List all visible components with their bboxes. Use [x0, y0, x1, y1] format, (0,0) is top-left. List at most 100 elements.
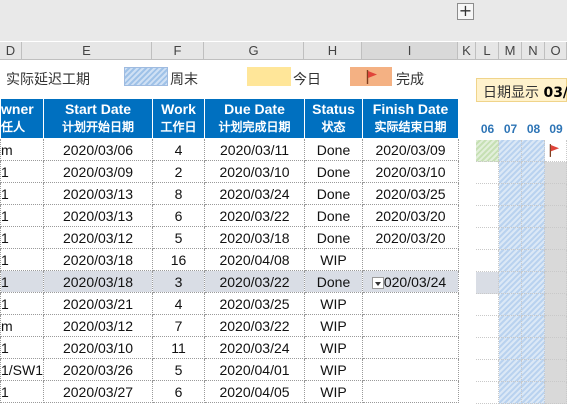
expand-ribbon-button[interactable]: +	[457, 3, 474, 20]
start-date-cell[interactable]: 2020/03/09	[43, 160, 154, 183]
finish-date-cell[interactable]: 2020/03/20	[362, 226, 460, 249]
column-header-f[interactable]: F	[152, 42, 204, 60]
due-date-cell[interactable]: 2020/03/22	[204, 204, 306, 227]
column-header-k[interactable]: K	[458, 42, 476, 60]
owner-cell[interactable]: 1/SW1	[0, 358, 45, 381]
status-cell[interactable]: WIP	[304, 358, 364, 381]
finish-date-cell[interactable]	[362, 336, 460, 359]
owner-cell[interactable]: 1	[0, 204, 45, 227]
owner-header[interactable]: wner 任人	[0, 98, 45, 139]
column-header-o[interactable]: O	[545, 42, 567, 60]
work-days-cell[interactable]: 5	[152, 226, 206, 249]
due-date-cell[interactable]: 2020/04/05	[204, 380, 306, 403]
column-header-e[interactable]: E	[22, 42, 152, 60]
work-days-cell[interactable]: 6	[152, 204, 206, 227]
start-date-cell[interactable]: 2020/03/27	[43, 380, 154, 403]
status-cell[interactable]: WIP	[304, 380, 364, 403]
owner-cell[interactable]: 1	[0, 380, 45, 403]
finish-date-cell[interactable]: 2020/03/25	[362, 182, 460, 205]
due-date-header[interactable]: Due Date 计划完成日期	[204, 98, 306, 139]
status-cell[interactable]: Done	[304, 182, 364, 205]
finish-date-cell[interactable]: 020/03/24	[362, 270, 460, 293]
column-header-i[interactable]: I	[362, 42, 458, 60]
status-cell[interactable]: Done	[304, 226, 364, 249]
due-date-cell[interactable]: 2020/03/18	[204, 226, 306, 249]
work-days-cell[interactable]: 4	[152, 292, 206, 315]
due-date-cell[interactable]: 2020/04/08	[204, 248, 306, 271]
finish-date-cell[interactable]	[362, 380, 460, 403]
gantt-cell	[476, 316, 499, 338]
work-days-cell[interactable]: 3	[152, 270, 206, 293]
gantt-cell	[522, 382, 545, 404]
work-days-cell[interactable]: 11	[152, 336, 206, 359]
due-date-cell[interactable]: 2020/03/25	[204, 292, 306, 315]
finish-date-cell[interactable]: 2020/03/09	[362, 138, 460, 161]
start-date-cell[interactable]: 2020/03/21	[43, 292, 154, 315]
status-cell[interactable]: WIP	[304, 314, 364, 337]
work-days-cell[interactable]: 16	[152, 248, 206, 271]
start-date-cell[interactable]: 2020/03/18	[43, 248, 154, 271]
owner-cell[interactable]: m	[0, 314, 45, 337]
owner-cell[interactable]: 1	[0, 160, 45, 183]
work-days-cell[interactable]: 2	[152, 160, 206, 183]
status-cell[interactable]: Done	[304, 270, 364, 293]
due-date-cell[interactable]: 2020/03/11	[204, 138, 306, 161]
gantt-cell	[476, 272, 499, 294]
start-date-cell[interactable]: 2020/03/26	[43, 358, 154, 381]
work-days-cell[interactable]: 4	[152, 138, 206, 161]
status-header[interactable]: Status 状态	[304, 98, 364, 139]
work-days-header[interactable]: Work 工作日	[152, 98, 206, 139]
owner-cell[interactable]: 1	[0, 226, 45, 249]
owner-cell[interactable]: 1	[0, 292, 45, 315]
start-date-header[interactable]: Start Date 计划开始日期	[43, 98, 154, 139]
start-date-cell[interactable]: 2020/03/10	[43, 336, 154, 359]
due-date-cell[interactable]: 2020/03/24	[204, 182, 306, 205]
owner-cell[interactable]: 1	[0, 182, 45, 205]
finish-date-cell[interactable]	[362, 248, 460, 271]
status-cell[interactable]: WIP	[304, 248, 364, 271]
finish-date-cell[interactable]	[362, 314, 460, 337]
owner-cell[interactable]: 1	[0, 270, 45, 293]
due-date-cell[interactable]: 2020/03/22	[204, 270, 306, 293]
table-row: m 2020/03/12 7 2020/03/22 WIP	[0, 314, 460, 337]
dropdown-arrow-icon[interactable]	[371, 276, 384, 289]
finish-date-cell[interactable]	[362, 358, 460, 381]
work-days-cell[interactable]: 8	[152, 182, 206, 205]
finish-date-cell[interactable]: 2020/03/10	[362, 160, 460, 183]
timeline-date-display[interactable]: 日期显示 03/	[476, 78, 567, 102]
gantt-cell	[499, 184, 522, 206]
status-cell[interactable]: WIP	[304, 336, 364, 359]
finish-date-header[interactable]: Finish Date 实际结束日期	[362, 98, 460, 139]
finish-date-cell[interactable]	[362, 292, 460, 315]
status-cell[interactable]: Done	[304, 160, 364, 183]
work-days-cell[interactable]: 7	[152, 314, 206, 337]
status-cell[interactable]: Done	[304, 204, 364, 227]
column-header-n[interactable]: N	[522, 42, 545, 60]
due-date-cell[interactable]: 2020/03/22	[204, 314, 306, 337]
column-header-l[interactable]: L	[476, 42, 499, 60]
due-date-cell[interactable]: 2020/04/01	[204, 358, 306, 381]
due-date-cell[interactable]: 2020/03/10	[204, 160, 306, 183]
gantt-cell	[522, 184, 545, 206]
owner-cell[interactable]: m	[0, 138, 45, 161]
start-date-cell[interactable]: 2020/03/13	[43, 182, 154, 205]
column-header-h[interactable]: H	[304, 42, 362, 60]
work-days-cell[interactable]: 6	[152, 380, 206, 403]
table-row: 1 2020/03/21 4 2020/03/25 WIP	[0, 292, 460, 315]
start-date-cell[interactable]: 2020/03/12	[43, 226, 154, 249]
finish-date-cell[interactable]: 2020/03/20	[362, 204, 460, 227]
day-label: 07	[503, 122, 518, 136]
status-cell[interactable]: WIP	[304, 292, 364, 315]
owner-cell[interactable]: 1	[0, 336, 45, 359]
work-days-cell[interactable]: 5	[152, 358, 206, 381]
start-date-cell[interactable]: 2020/03/18	[43, 270, 154, 293]
start-date-cell[interactable]: 2020/03/12	[43, 314, 154, 337]
column-header-m[interactable]: M	[499, 42, 522, 60]
column-header-g[interactable]: G	[204, 42, 304, 60]
column-header-d[interactable]: D	[0, 42, 22, 60]
due-date-cell[interactable]: 2020/03/24	[204, 336, 306, 359]
status-cell[interactable]: Done	[304, 138, 364, 161]
owner-cell[interactable]: 1	[0, 248, 45, 271]
start-date-cell[interactable]: 2020/03/13	[43, 204, 154, 227]
start-date-cell[interactable]: 2020/03/06	[43, 138, 154, 161]
